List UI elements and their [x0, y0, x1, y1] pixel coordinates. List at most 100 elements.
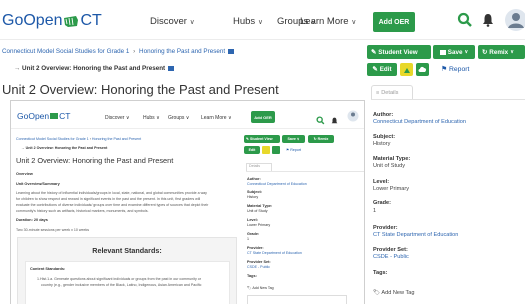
inner-student-view-button: ✎ Student View — [244, 135, 280, 143]
details-tab[interactable]: ≡ Details — [371, 85, 413, 99]
inner-page-title: Unit 2 Overview: Honoring the Past and P… — [16, 156, 174, 165]
inner-add-tag-label: Add New Tag — [252, 286, 274, 290]
logo-prefix: GoOpen — [2, 12, 63, 29]
inner-nav-divider — [11, 128, 364, 129]
avatar[interactable] — [504, 8, 525, 32]
inner-logo: GoOpen CT — [17, 111, 70, 121]
inner-breadcrumb-sep: › — [89, 137, 91, 141]
inner-nav-groups-label: Groups — [168, 115, 185, 121]
nav-learn-more-label: Learn More — [300, 16, 349, 27]
student-view-label: Student View — [378, 48, 418, 56]
inner-nav-discover-label: Discover — [105, 115, 125, 121]
inner-report-label: Report — [290, 148, 302, 152]
inner-summary-line: evaluate the contributions of diverse in… — [16, 203, 209, 207]
inner-nav-hubs: Hubs ∨ — [143, 115, 160, 121]
pencil-icon: ✎ — [372, 66, 378, 73]
report-link[interactable]: ⚑ Report — [441, 65, 469, 73]
flag-icon: ⚑ — [441, 66, 448, 73]
inner-subject-value: History — [247, 195, 259, 199]
notification-bell-icon[interactable] — [482, 13, 494, 32]
subject-value: History — [373, 141, 391, 147]
inner-standard-line: 1.Hist.1.a. Generate questions about sig… — [37, 277, 201, 281]
inner-breadcrumb-sub-label: Unit 2 Overview: Honoring the Past and P… — [25, 146, 108, 150]
inner-summary-line: for children to show respect and reward … — [16, 197, 201, 201]
inner-nav-hubs-label: Hubs — [143, 115, 155, 121]
author-value[interactable]: Connecticut Department of Education — [373, 119, 466, 125]
inner-tags-label: Tags: — [247, 274, 257, 278]
logo-ct-state-icon — [63, 15, 79, 28]
grade-value: 1 — [373, 208, 377, 214]
inner-details-tab-label: Details — [249, 164, 260, 168]
provider-value[interactable]: CT State Department of Education — [373, 232, 458, 238]
remix-label: Remix — [489, 48, 509, 56]
inner-logo-ct-icon — [50, 113, 59, 119]
inner-share-button — [262, 146, 270, 154]
inner-breadcrumb-sub: → Unit 2 Overview: Honoring the Past and… — [21, 146, 107, 150]
breadcrumb-parent-link[interactable]: Connecticut Model Social Studies for Gra… — [2, 48, 129, 55]
remix-button[interactable]: ↻ Remix ∨ — [478, 45, 525, 59]
student-view-icon: ✎ — [371, 48, 377, 56]
inner-author-value: Connecticut Department of Education — [247, 182, 307, 186]
inner-tag-input — [247, 295, 347, 304]
nav-hubs[interactable]: Hubs ∨ — [233, 16, 263, 27]
inner-summary-line: Learning about the history of influentia… — [16, 191, 207, 195]
add-oer-button[interactable]: Add OER — [373, 12, 415, 32]
breadcrumb-separator: › — [133, 48, 136, 55]
inner-level-label: Level: — [247, 218, 258, 222]
folder-icon — [167, 65, 174, 71]
material-type-value: Unit of Study — [373, 163, 406, 169]
inner-provider-set-label: Provider Set: — [247, 260, 271, 264]
grade-label: Grade: — [373, 200, 392, 206]
nav-discover[interactable]: Discover ∨ — [150, 16, 195, 27]
inner-breadcrumb-current: Honoring the Past and Present — [91, 137, 142, 141]
page-title: Unit 2 Overview: Honoring the Past and P… — [2, 82, 279, 97]
inner-student-view-label: Student View — [250, 137, 273, 141]
inner-nav-learn-more: Learn More ∨ — [201, 115, 232, 121]
inner-duration: Duration: 20 days — [16, 218, 48, 222]
author-label: Author: — [373, 112, 394, 118]
details-tab-label: Details — [381, 89, 399, 96]
share-button[interactable] — [400, 63, 413, 76]
arrow-icon: → — [14, 65, 21, 72]
inner-avatar — [347, 109, 359, 127]
breadcrumb-sub: → Unit 2 Overview: Honoring the Past and… — [14, 65, 174, 72]
inner-edit-label: Edit — [248, 148, 256, 152]
add-tag-link[interactable]: 🏷 Add New Tag — [373, 290, 415, 296]
inner-cloud-button — [272, 146, 280, 154]
inner-nav-discover: Discover ∨ — [105, 115, 130, 121]
inner-standard-line: country (e.g., gender inclusive members … — [41, 283, 202, 287]
inner-arrow-icon: → — [21, 146, 25, 150]
inner-summary-line: community's history such as artifacts, h… — [16, 209, 149, 213]
chevron-down-icon: ∨ — [189, 19, 195, 26]
nav-discover-label: Discover — [150, 16, 187, 27]
inner-add-tag: 🏷 Add New Tag — [247, 286, 274, 290]
student-view-button[interactable]: ✎ Student View — [367, 45, 431, 59]
inner-breadcrumb-parent: Connecticut Model Social Studies for Gra… — [16, 137, 89, 141]
details-divider — [371, 99, 525, 100]
inner-grade-value: 1 — [247, 237, 249, 241]
nav-hubs-label: Hubs — [233, 16, 256, 27]
breadcrumb-current-link[interactable]: Honoring the Past and Present — [139, 48, 225, 55]
cloud-icon — [418, 66, 427, 72]
inner-provider-label: Provider: — [247, 246, 264, 250]
chevron-down-icon: ∨ — [351, 19, 357, 26]
inner-tag-icon: 🏷 — [247, 286, 252, 290]
chevron-down-icon: ∨ — [257, 19, 263, 26]
chevron-down-icon: ∨ — [464, 49, 469, 55]
inner-remix-label: Remix — [317, 137, 329, 141]
nav-learn-more[interactable]: Learn More ∨ — [300, 16, 356, 27]
provider-set-value[interactable]: CSDE - Public — [373, 254, 409, 260]
inner-level-value: Lower Primary — [247, 223, 271, 227]
inner-subject-label: Subject: — [247, 190, 262, 194]
inner-save-label: Save — [287, 137, 296, 141]
cloud-button[interactable] — [416, 63, 429, 76]
inner-add-oer-button: Add OER — [251, 111, 275, 123]
site-logo[interactable]: GoOpen CT — [2, 11, 102, 31]
material-type-label: Material Type: — [373, 156, 411, 162]
remix-icon: ↻ — [482, 48, 488, 56]
search-icon[interactable] — [457, 12, 473, 33]
inner-content-standards: Content Standards: — [30, 267, 66, 271]
edit-button[interactable]: ✎ Edit — [367, 63, 397, 76]
inner-provider-value: CT State Department of Education — [247, 251, 302, 255]
save-button[interactable]: Save ∨ — [433, 45, 475, 59]
